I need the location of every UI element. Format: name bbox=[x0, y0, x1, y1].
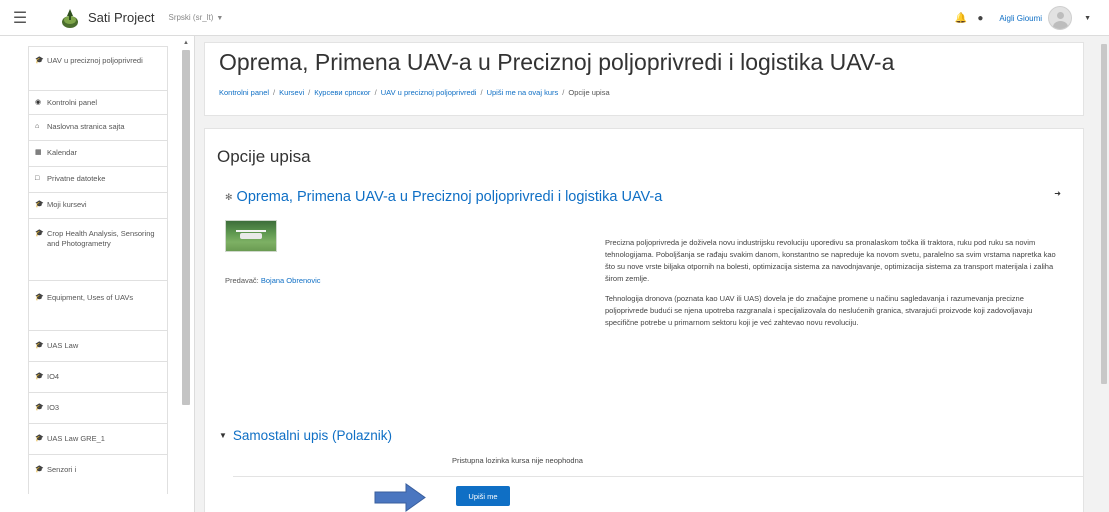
avatar[interactable] bbox=[1048, 6, 1073, 30]
drawer-item-course[interactable]: 🎓 UAV u preciznoj poljoprivredi bbox=[28, 46, 168, 90]
graduation-cap-icon: 🎓 bbox=[35, 294, 44, 301]
section-title: Opcije upisa bbox=[217, 147, 311, 166]
scroll-up-icon[interactable]: ▲ bbox=[183, 40, 189, 46]
summary-paragraph: Precizna poljoprivreda je doživela novu … bbox=[605, 238, 1056, 283]
bell-icon[interactable]: 🔔 bbox=[955, 13, 967, 24]
breadcrumb-courses[interactable]: Kursevi bbox=[279, 88, 304, 97]
breadcrumb: Kontrolni panel / Kursevi / Курсеви српског /… bbox=[219, 88, 610, 97]
chevron-down-icon: ▼ bbox=[216, 15, 224, 22]
site-name[interactable]: Sati Project bbox=[88, 10, 154, 25]
drawer-item-label: Naslovna stranica sajta bbox=[47, 122, 125, 131]
graduation-cap-icon: 🎓 bbox=[35, 466, 44, 473]
top-navbar: ☰ Sati Project Srpski (sr_lt) ▼ 🔔 ● Aigli… bbox=[0, 0, 1109, 36]
caret-down-icon: ▼ bbox=[219, 431, 227, 440]
drawer-item-private-files[interactable]: □ Privatne datoteke bbox=[28, 166, 168, 192]
drawer-item-course-io4[interactable]: 🎓 IO4 bbox=[28, 361, 168, 392]
menu-toggle-icon[interactable]: ☰ bbox=[0, 0, 40, 36]
self-enrol-section-toggle[interactable]: ▼ Samostalni upis (Polaznik) bbox=[219, 428, 392, 443]
drawer-item-course-uas-law[interactable]: 🎓 UAS Law bbox=[28, 330, 168, 361]
course-summary: Precizna poljoprivreda je doživela novu … bbox=[605, 237, 1063, 337]
language-menu[interactable]: Srpski (sr_lt) ▼ bbox=[168, 13, 223, 22]
drawer-item-label: Equipment, Uses of UAVs bbox=[47, 293, 134, 302]
teacher-label: Predavač: bbox=[225, 276, 259, 285]
graduation-cap-icon: 🎓 bbox=[35, 230, 44, 237]
page-title: Oprema, Primena UAV-a u Preciznoj poljop… bbox=[219, 49, 895, 75]
drawer-item-course-equipment[interactable]: 🎓 Equipment, Uses of UAVs bbox=[28, 280, 168, 330]
drawer-item-dashboard[interactable]: ◉ Kontrolni panel bbox=[28, 90, 168, 114]
user-menu-chevron-icon[interactable]: ▼ bbox=[1084, 15, 1091, 22]
page-header: Oprema, Primena UAV-a u Preciznoj poljop… bbox=[204, 42, 1084, 116]
graduation-cap-icon: 🎓 bbox=[35, 404, 44, 411]
enrolment-options-card: Opcije upisa ✻ Oprema, Primena UAV-a u P… bbox=[204, 128, 1084, 512]
user-nav: 🔔 ● Aigli Gioumi ▼ bbox=[945, 0, 1091, 36]
drawer-item-label: UAV u preciznoj poljoprivredi bbox=[47, 56, 143, 65]
drawer-item-label: Moji kursevi bbox=[47, 200, 87, 209]
chat-icon[interactable]: ● bbox=[977, 13, 983, 24]
drawer-item-site-home[interactable]: ⌂ Naslovna stranica sajta bbox=[28, 114, 168, 140]
drawer-list: 🎓 UAV u preciznoj poljoprivredi ◉ Kontro… bbox=[28, 46, 168, 494]
course-icon: ✻ bbox=[225, 191, 233, 202]
breadcrumb-course[interactable]: UAV u preciznoj poljoprivredi bbox=[381, 88, 477, 97]
calendar-icon: ▦ bbox=[35, 149, 42, 156]
enrol-me-button[interactable]: Upiši me bbox=[456, 486, 510, 506]
self-enrol-title: Samostalni upis (Polaznik) bbox=[232, 428, 392, 443]
breadcrumb-current: Opcije upisa bbox=[568, 88, 610, 97]
drawer-item-calendar[interactable]: ▦ Kalendar bbox=[28, 140, 168, 166]
drawer-item-course-io3[interactable]: 🎓 IO3 bbox=[28, 392, 168, 423]
summary-paragraph: Tehnologija dronova (poznata kao UAV ili… bbox=[605, 294, 1033, 327]
graduation-cap-icon: 🎓 bbox=[35, 373, 44, 380]
drawer-item-label: IO3 bbox=[47, 403, 60, 412]
page-scroll-thumb[interactable] bbox=[1101, 44, 1107, 384]
drawer-scroll-thumb[interactable] bbox=[182, 50, 190, 405]
no-key-notice: Pristupna lozinka kursa nije neophodna bbox=[452, 456, 583, 465]
graduation-cap-icon: 🎓 bbox=[35, 57, 44, 64]
drawer-item-label: UAS Law bbox=[47, 341, 79, 350]
page-scrollbar[interactable] bbox=[1099, 36, 1109, 512]
drawer-item-course-crop-health[interactable]: 🎓 Crop Health Analysis, Sensoring and Ph… bbox=[28, 218, 168, 280]
course-name: Oprema, Primena UAV-a u Preciznoj poljop… bbox=[236, 189, 663, 205]
dashboard-icon: ◉ bbox=[35, 99, 42, 106]
divider bbox=[233, 476, 1083, 477]
drawer-item-label: Privatne datoteke bbox=[47, 174, 106, 183]
graduation-cap-icon: 🎓 bbox=[35, 435, 44, 442]
breadcrumb-enrol[interactable]: Upiši me na ovaj kurs bbox=[487, 88, 559, 97]
teacher-info: Predavač: Bojana Obrenovic bbox=[225, 276, 321, 285]
drawer-item-course-senzori[interactable]: 🎓 Senzori i bbox=[28, 454, 168, 494]
drawer-item-label: Kontrolni panel bbox=[47, 98, 98, 107]
user-name[interactable]: Aigli Gioumi bbox=[999, 14, 1042, 23]
drawer-item-course-uas-law-gre[interactable]: 🎓 UAS Law GRE_1 bbox=[28, 423, 168, 454]
arrow-right-icon bbox=[374, 483, 426, 512]
graduation-cap-icon: 🎓 bbox=[35, 342, 44, 349]
file-icon: □ bbox=[35, 175, 40, 182]
drawer-item-my-courses[interactable]: 🎓 Moji kursevi bbox=[28, 192, 168, 218]
sign-in-icon: ➜ bbox=[1054, 189, 1061, 198]
drawer-item-label: Senzori i bbox=[47, 465, 77, 474]
drawer-item-label: UAS Law GRE_1 bbox=[47, 434, 105, 443]
home-icon: ⌂ bbox=[35, 123, 40, 130]
breadcrumb-dashboard[interactable]: Kontrolni panel bbox=[219, 88, 269, 97]
drawer-item-label: Kalendar bbox=[47, 148, 78, 157]
drawer-scrollbar[interactable]: ▲ bbox=[182, 40, 190, 510]
site-logo-icon[interactable] bbox=[60, 7, 80, 29]
graduation-cap-icon: 🎓 bbox=[35, 201, 44, 208]
language-label: Srpski (sr_lt) bbox=[168, 13, 214, 22]
breadcrumb-category[interactable]: Курсеви српског bbox=[314, 88, 370, 97]
teacher-name-link[interactable]: Bojana Obrenovic bbox=[261, 276, 321, 285]
drawer-item-label: Crop Health Analysis, Sensoring and Phot… bbox=[47, 229, 155, 249]
drawer-item-label: IO4 bbox=[47, 372, 60, 381]
course-name-link[interactable]: ✻ Oprema, Primena UAV-a u Preciznoj polj… bbox=[225, 189, 662, 205]
nav-drawer: 🎓 UAV u preciznoj poljoprivredi ◉ Kontro… bbox=[0, 36, 195, 512]
course-image[interactable] bbox=[225, 220, 277, 252]
